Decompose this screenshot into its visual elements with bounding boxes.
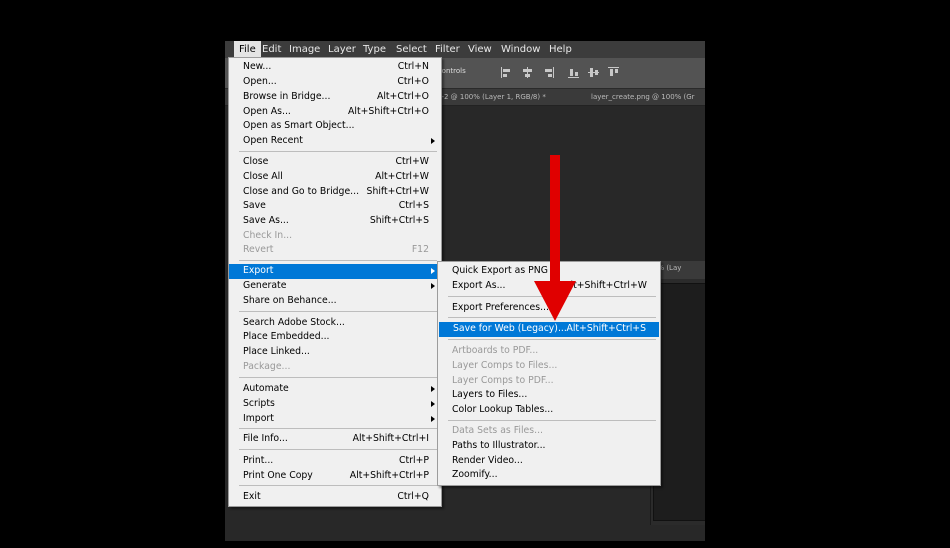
menu-item-layer-comps-to-pdf: Layer Comps to PDF... [452,375,554,386]
menu-item-search-adobe-stock[interactable]: Search Adobe Stock... [229,316,441,331]
menu-edit[interactable]: Edit [262,41,281,58]
menu-item-save-as[interactable]: Save As... Shift+Ctrl+S [229,214,441,229]
menu-select[interactable]: Select [396,41,427,58]
menu-item-generate[interactable]: Generate [229,279,441,294]
menu-item-layers-to-files[interactable]: Layers to Files... [438,388,660,403]
menu-filter[interactable]: Filter [435,41,460,58]
tab-document-2[interactable]: layer_create.png @ 100% (Gr [591,89,695,105]
menu-item-close-and-go-to-bridge[interactable]: Close and Go to Bridge... Shift+Ctrl+W [229,185,441,200]
menu-help[interactable]: Help [549,41,572,58]
menu-item-place-linked[interactable]: Place Linked... [229,345,441,360]
menu-separator [239,485,437,486]
menu-separator [239,151,437,152]
menu-item-package: Package... [243,361,291,372]
menu-item-exit[interactable]: Exit Ctrl+Q [229,490,441,505]
menu-item-artboards-to-pdf: Artboards to PDF... [452,345,539,356]
align-right-edges-icon[interactable] [543,67,554,78]
menu-item-automate[interactable]: Automate [229,382,441,397]
menu-item-open-as[interactable]: Open As... Alt+Shift+Ctrl+O [229,105,441,120]
menu-item-close[interactable]: Close Ctrl+W [229,155,441,170]
menu-item-render-video[interactable]: Render Video... [438,454,660,469]
menu-layer[interactable]: Layer [328,41,356,58]
menu-view[interactable]: View [468,41,492,58]
menu-separator [448,420,656,421]
align-vertical-centers-icon[interactable] [522,67,533,78]
menu-item-export[interactable]: Export [229,264,441,279]
menu-item-share-on-behance[interactable]: Share on Behance... [229,294,441,309]
menu-item-scripts[interactable]: Scripts [229,397,441,412]
menu-type[interactable]: Type [363,41,386,58]
menu-window[interactable]: Window [501,41,540,58]
menu-separator [448,339,656,340]
menu-file[interactable]: File [234,41,261,58]
menu-item-place-embedded[interactable]: Place Embedded... [229,330,441,345]
align-horizontal-centers-icon[interactable] [588,67,599,78]
menu-item-new[interactable]: New... Ctrl+N [229,60,441,75]
menu-item-check-in: Check In... [243,230,293,241]
submenu-arrow-icon [431,401,435,407]
menu-item-browse-in-bridge[interactable]: Browse in Bridge... Alt+Ctrl+O [229,90,441,105]
menu-item-zoomify[interactable]: Zoomify... [438,468,660,483]
menu-item-save[interactable]: Save Ctrl+S [229,199,441,214]
submenu-arrow-icon [431,138,435,144]
file-menu-dropdown: New... Ctrl+N Open... Ctrl+O Browse in Bri… [228,57,442,507]
menu-bar: File Edit Image Layer Type Select Filter… [225,41,705,58]
menu-item-layer-comps-to-files: Layer Comps to Files... [452,360,558,371]
menu-item-file-info[interactable]: File Info... Alt+Shift+Ctrl+I [229,432,441,447]
menu-separator [239,449,437,450]
menu-item-open[interactable]: Open... Ctrl+O [229,75,441,90]
menu-item-import[interactable]: Import [229,412,441,427]
align-top-edges-icon[interactable] [568,67,579,78]
submenu-arrow-icon [431,268,435,274]
menu-item-close-all[interactable]: Close All Alt+Ctrl+W [229,170,441,185]
menu-item-color-lookup-tables[interactable]: Color Lookup Tables... [438,403,660,418]
menu-separator [239,311,437,312]
menu-separator [239,377,437,378]
menu-separator [239,260,437,261]
red-arrow-annotation [534,155,576,321]
submenu-arrow-icon [431,283,435,289]
menu-item-paths-to-illustrator[interactable]: Paths to Illustrator... [438,439,660,454]
menu-item-print[interactable]: Print... Ctrl+P [229,454,441,469]
tab-document-1[interactable]: d-2 @ 100% (Layer 1, RGB/8) * [437,89,546,105]
submenu-arrow-icon [431,386,435,392]
align-left-edges-icon[interactable] [501,67,512,78]
align-bottom-edges-icon[interactable] [608,67,619,78]
menu-item-data-sets-as-files: Data Sets as Files... [452,425,543,436]
menu-separator [239,428,437,429]
menu-item-open-recent[interactable]: Open Recent [229,134,441,149]
menu-item-open-as-smart-object[interactable]: Open as Smart Object... [229,119,441,134]
menu-image[interactable]: Image [289,41,320,58]
menu-item-revert: Revert F12 [243,244,429,255]
submenu-arrow-icon [431,416,435,422]
menu-item-print-one-copy[interactable]: Print One Copy Alt+Shift+Ctrl+P [229,469,441,484]
